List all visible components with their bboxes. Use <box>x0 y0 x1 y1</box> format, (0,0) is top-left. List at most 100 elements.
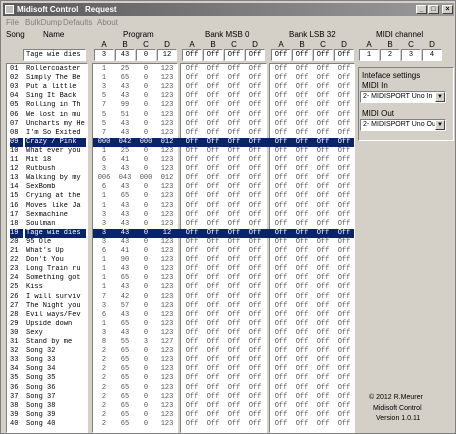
program-cell[interactable]: 000 <box>94 137 114 147</box>
bank-msb-cell[interactable]: Off <box>224 220 244 229</box>
bank-lsb-cell[interactable]: Off <box>334 101 354 110</box>
program-cell[interactable]: 0 <box>136 220 156 229</box>
song-name[interactable]: Rutbush <box>25 165 86 174</box>
bank-msb-cell[interactable]: Off <box>203 283 223 292</box>
current-channels-field[interactable]: 3 <box>401 49 421 61</box>
program-cell[interactable]: 2 <box>94 393 114 402</box>
bank-msb-cell[interactable]: Off <box>224 347 244 356</box>
bank-msb-cell[interactable]: Off <box>224 374 244 383</box>
song-name[interactable]: What ever you <box>25 147 86 156</box>
menu-file[interactable]: File <box>6 18 19 27</box>
bank-msb-cell[interactable]: Off <box>245 338 265 347</box>
bank-msb-cell[interactable]: Off <box>224 147 244 156</box>
current-lsb-field[interactable]: Off <box>334 49 354 61</box>
program-cell[interactable]: 1 <box>94 74 114 83</box>
bank-msb-cell[interactable]: Off <box>245 137 265 147</box>
bank-lsb-cell[interactable]: Off <box>334 211 354 220</box>
bank-msb-cell[interactable]: Off <box>245 374 265 383</box>
bank-msb-cell[interactable]: Off <box>245 265 265 274</box>
bank-msb-cell[interactable]: Off <box>182 174 202 183</box>
song-name[interactable]: Mit 18 <box>25 156 86 165</box>
bank-msb-cell[interactable]: Off <box>224 356 244 365</box>
bank-msb-cell[interactable]: Off <box>245 174 265 183</box>
bank-lsb-cell[interactable]: Off <box>334 338 354 347</box>
bank-lsb-cell[interactable]: Off <box>292 65 312 74</box>
bank-msb-cell[interactable]: Off <box>182 274 202 283</box>
bank-msb-cell[interactable]: Off <box>203 92 223 101</box>
bank-msb-cell[interactable]: Off <box>182 384 202 393</box>
song-name[interactable]: Long Train ru <box>25 265 86 274</box>
bank-lsb-cell[interactable]: Off <box>271 211 291 220</box>
program-cell[interactable]: 0 <box>136 356 156 365</box>
program-cell[interactable]: 123 <box>157 393 177 402</box>
bank-msb-cell[interactable]: Off <box>224 65 244 74</box>
bank-msb-cell[interactable]: Off <box>203 247 223 256</box>
bank-msb-cell[interactable]: Off <box>182 192 202 201</box>
current-program-field[interactable]: 12 <box>157 49 177 61</box>
bank-msb-cell[interactable]: Off <box>245 320 265 329</box>
bank-msb-cell[interactable]: Off <box>182 101 202 110</box>
song-name[interactable]: I'm So Exited <box>25 129 86 138</box>
program-cell[interactable]: 123 <box>157 374 177 383</box>
program-cell[interactable]: 012 <box>157 137 177 147</box>
bank-msb-cell[interactable]: Off <box>203 256 223 265</box>
bank-lsb-cell[interactable]: Off <box>271 156 291 165</box>
bank-msb-cell[interactable]: Off <box>182 228 202 238</box>
program-cell[interactable]: 43 <box>115 220 135 229</box>
program-cell[interactable]: 3 <box>94 329 114 338</box>
program-cell[interactable]: 41 <box>115 247 135 256</box>
program-cell[interactable]: 123 <box>157 129 177 138</box>
bank-lsb-cell[interactable]: Off <box>313 338 333 347</box>
bank-lsb-cell[interactable]: Off <box>313 265 333 274</box>
bank-msb-cell[interactable]: Off <box>245 202 265 211</box>
program-cell[interactable]: 51 <box>115 111 135 120</box>
program-cell[interactable]: 123 <box>157 347 177 356</box>
program-cell[interactable]: 1 <box>94 192 114 201</box>
program-cell[interactable]: 123 <box>157 365 177 374</box>
program-cell[interactable]: 65 <box>115 402 135 411</box>
bank-msb-cell[interactable]: Off <box>245 420 265 429</box>
bank-msb-cell[interactable]: Off <box>203 374 223 383</box>
program-cell[interactable]: 43 <box>115 120 135 129</box>
song-name[interactable]: Put a little <box>25 83 86 92</box>
bank-msb-cell[interactable]: Off <box>203 74 223 83</box>
bank-msb-cell[interactable]: Off <box>203 420 223 429</box>
program-cell[interactable]: 0 <box>136 129 156 138</box>
program-cell[interactable]: 123 <box>157 320 177 329</box>
bank-lsb-cell[interactable]: Off <box>313 183 333 192</box>
bank-msb-cell[interactable]: Off <box>203 183 223 192</box>
bank-lsb-cell[interactable]: Off <box>313 347 333 356</box>
bank-msb-cell[interactable]: Off <box>182 265 202 274</box>
bank-lsb-cell[interactable]: Off <box>334 329 354 338</box>
song-name[interactable]: What's Up <box>25 247 86 256</box>
bank-msb-cell[interactable]: Off <box>182 311 202 320</box>
bank-lsb-cell[interactable]: Off <box>334 320 354 329</box>
bank-msb-cell[interactable]: Off <box>245 311 265 320</box>
bank-lsb-cell[interactable]: Off <box>292 220 312 229</box>
song-name[interactable]: Rolling in Th <box>25 101 86 110</box>
bank-lsb-cell[interactable]: Off <box>334 347 354 356</box>
bank-lsb-cell[interactable]: Off <box>334 156 354 165</box>
current-msb-field[interactable]: Off <box>245 49 265 61</box>
current-msb-field[interactable]: Off <box>203 49 223 61</box>
bank-msb-cell[interactable]: Off <box>245 120 265 129</box>
song-name[interactable]: Simply The Be <box>25 74 86 83</box>
song-name[interactable]: SexBomb <box>25 183 86 192</box>
bank-msb-cell[interactable]: Off <box>224 156 244 165</box>
title-bar[interactable]: Midisoft Control Request _ □ × <box>3 3 454 16</box>
program-cell[interactable]: 0 <box>136 402 156 411</box>
bank-lsb-cell[interactable]: Off <box>334 365 354 374</box>
program-cell[interactable]: 5 <box>94 120 114 129</box>
bank-lsb-cell[interactable]: Off <box>271 165 291 174</box>
bank-lsb-cell[interactable]: Off <box>313 211 333 220</box>
bank-msb-cell[interactable]: Off <box>224 111 244 120</box>
bank-lsb-cell[interactable]: Off <box>271 74 291 83</box>
bank-msb-cell[interactable]: Off <box>182 147 202 156</box>
bank-lsb-cell[interactable]: Off <box>334 265 354 274</box>
bank-lsb-cell[interactable]: Off <box>313 147 333 156</box>
program-cell[interactable]: 43 <box>115 183 135 192</box>
bank-msb-cell[interactable]: Off <box>203 111 223 120</box>
bank-lsb-cell[interactable]: Off <box>271 192 291 201</box>
program-cell[interactable]: 0 <box>136 320 156 329</box>
bank-msb-cell[interactable]: Off <box>245 347 265 356</box>
